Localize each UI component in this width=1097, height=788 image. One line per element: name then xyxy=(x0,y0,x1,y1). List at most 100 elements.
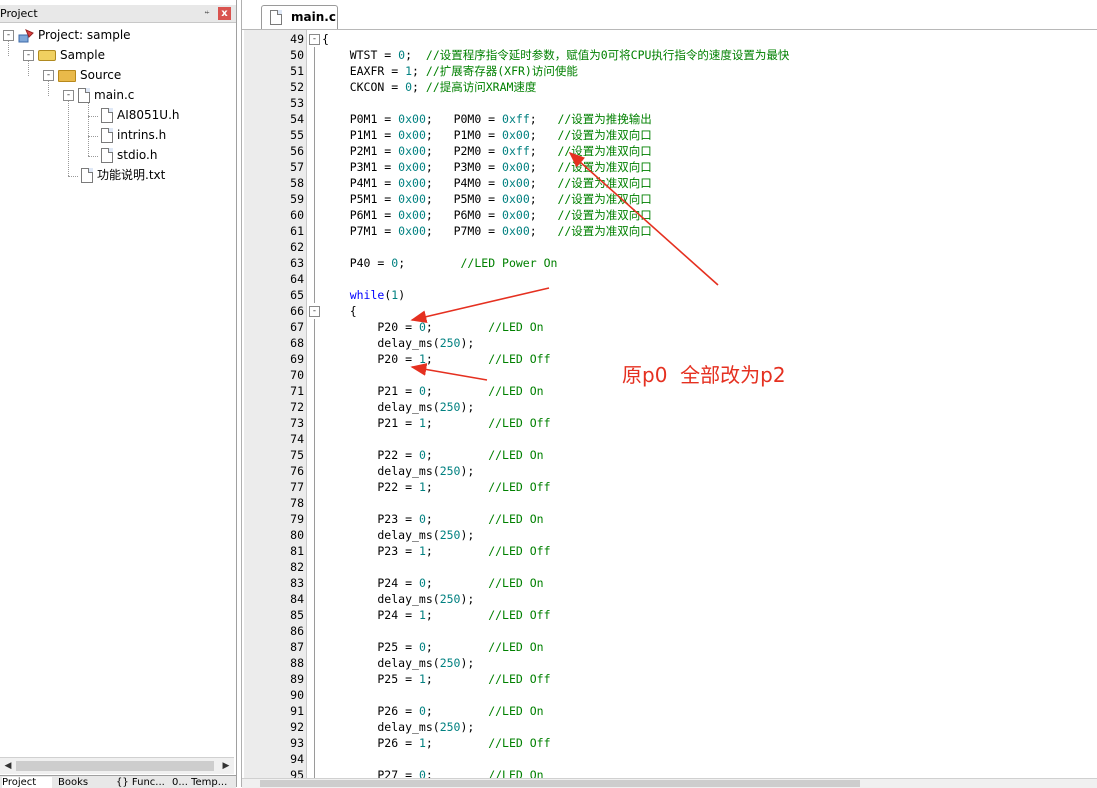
code-number: 0x00 xyxy=(398,192,426,206)
fold-guide xyxy=(314,719,315,735)
code-line[interactable]: 78 xyxy=(242,495,1097,511)
line-number: 51 xyxy=(290,64,304,78)
project-horizontal-scrollbar[interactable]: ◀ ▶ xyxy=(0,757,234,774)
code-line[interactable]: 92 delay_ms(250); xyxy=(242,719,1097,735)
code-line[interactable]: 53 xyxy=(242,95,1097,111)
code-text: P3M1 = 0x00; P3M0 = 0x00; //设置为准双向口 xyxy=(322,159,652,175)
code-line[interactable]: 58 P4M1 = 0x00; P4M0 = 0x00; //设置为准双向口 xyxy=(242,175,1097,191)
code-number: 1 xyxy=(418,416,426,430)
code-number: 0x00 xyxy=(502,192,530,206)
tab-main-c[interactable]: main.c xyxy=(261,5,338,29)
code-number: 0 xyxy=(418,640,426,654)
code-text: P24 = 0; //LED On xyxy=(322,575,543,591)
code-token: ; xyxy=(425,704,489,718)
code-token: { xyxy=(322,304,357,318)
code-token: ; xyxy=(425,640,489,654)
project-panel-title: Project xyxy=(0,7,38,20)
fold-guide xyxy=(314,207,315,223)
code-line[interactable]: 52 CKCON = 0; //提高访问XRAM速度 xyxy=(242,79,1097,95)
code-line[interactable]: 94 xyxy=(242,751,1097,767)
code-line[interactable]: 51 EAXFR = 1; //扩展寄存器(XFR)访问使能 xyxy=(242,63,1097,79)
code-line[interactable]: 50 WTST = 0; //设置程序指令延时参数，赋值为0可将CPU执行指令的… xyxy=(242,47,1097,63)
code-line[interactable]: 85 P24 = 1; //LED Off xyxy=(242,607,1097,623)
collapse-icon[interactable]: - xyxy=(63,90,74,101)
scroll-right-icon[interactable]: ▶ xyxy=(218,758,234,774)
code-line[interactable]: 87 P25 = 0; //LED On xyxy=(242,639,1097,655)
code-line[interactable]: 80 delay_ms(250); xyxy=(242,527,1097,543)
tree-item-sample[interactable]: - Sample xyxy=(23,46,105,64)
code-line[interactable]: 68 delay_ms(250); xyxy=(242,335,1097,351)
code-line[interactable]: 81 P23 = 1; //LED Off xyxy=(242,543,1097,559)
code-line[interactable]: 54 P0M1 = 0x00; P0M0 = 0xff; //设置为推挽输出 xyxy=(242,111,1097,127)
code-token: delay_ms( xyxy=(322,528,440,542)
code-line[interactable]: 73 P21 = 1; //LED Off xyxy=(242,415,1097,431)
tree-item-stdio-h[interactable]: stdio.h xyxy=(101,146,157,164)
code-token: ); xyxy=(460,528,475,542)
code-area[interactable]: 49-{50 WTST = 0; //设置程序指令延时参数，赋值为0可将CPU执… xyxy=(242,31,1097,779)
tab-functions[interactable]: {} Func... xyxy=(116,777,166,788)
scrollbar-thumb[interactable] xyxy=(16,761,214,771)
code-line[interactable]: 65 while(1) xyxy=(242,287,1097,303)
scrollbar-thumb[interactable] xyxy=(260,780,860,787)
code-line[interactable]: 62 xyxy=(242,239,1097,255)
code-number: 0x00 xyxy=(398,160,426,174)
code-line[interactable]: 75 P22 = 0; //LED On xyxy=(242,447,1097,463)
fold-guide xyxy=(314,655,315,671)
tab-project[interactable]: Project xyxy=(2,777,52,788)
code-text: P20 = 0; //LED On xyxy=(322,319,543,335)
code-token: ; xyxy=(425,416,489,430)
tab-templates[interactable]: 0... Temp... xyxy=(172,777,232,788)
tree-item-label: Source xyxy=(80,68,122,82)
code-line[interactable]: 72 delay_ms(250); xyxy=(242,399,1097,415)
code-token: P25 = xyxy=(322,672,419,686)
tree-item-main-c[interactable]: - main.c xyxy=(63,86,134,104)
fold-toggle-icon[interactable]: - xyxy=(309,306,320,317)
code-token: ; xyxy=(425,576,489,590)
code-line[interactable]: 79 P23 = 0; //LED On xyxy=(242,511,1097,527)
code-text: P26 = 0; //LED On xyxy=(322,703,543,719)
code-line[interactable]: 67 P20 = 0; //LED On xyxy=(242,319,1097,335)
code-line[interactable]: 77 P22 = 1; //LED Off xyxy=(242,479,1097,495)
code-number: 0 xyxy=(418,576,426,590)
code-line[interactable]: 56 P2M1 = 0x00; P2M0 = 0xff; //设置为准双向口 xyxy=(242,143,1097,159)
code-line[interactable]: 66- { xyxy=(242,303,1097,319)
code-text: delay_ms(250); xyxy=(322,463,474,479)
fold-guide xyxy=(314,63,315,79)
code-token: ; xyxy=(425,320,489,334)
code-line[interactable]: 89 P25 = 1; //LED Off xyxy=(242,671,1097,687)
code-line[interactable]: 74 xyxy=(242,431,1097,447)
fold-guide xyxy=(314,383,315,399)
code-line[interactable]: 63 P40 = 0; //LED Power On xyxy=(242,255,1097,271)
code-line[interactable]: 93 P26 = 1; //LED Off xyxy=(242,735,1097,751)
fold-toggle-icon[interactable]: - xyxy=(309,34,320,45)
code-line[interactable]: 55 P1M1 = 0x00; P1M0 = 0x00; //设置为准双向口 xyxy=(242,127,1097,143)
tree-item-ai8051u-h[interactable]: AI8051U.h xyxy=(101,106,180,124)
code-line[interactable]: 86 xyxy=(242,623,1097,639)
code-line[interactable]: 88 delay_ms(250); xyxy=(242,655,1097,671)
code-line[interactable]: 90 xyxy=(242,687,1097,703)
tree-item-intrins-h[interactable]: intrins.h xyxy=(101,126,166,144)
code-line[interactable]: 49-{ xyxy=(242,31,1097,47)
code-line[interactable]: 60 P6M1 = 0x00; P6M0 = 0x00; //设置为准双向口 xyxy=(242,207,1097,223)
code-line[interactable]: 61 P7M1 = 0x00; P7M0 = 0x00; //设置为准双向口 xyxy=(242,223,1097,239)
code-line[interactable]: 59 P5M1 = 0x00; P5M0 = 0x00; //设置为准双向口 xyxy=(242,191,1097,207)
code-token: ; xyxy=(425,352,489,366)
collapse-icon[interactable]: - xyxy=(3,30,14,41)
code-line[interactable]: 83 P24 = 0; //LED On xyxy=(242,575,1097,591)
code-line[interactable]: 82 xyxy=(242,559,1097,575)
close-icon[interactable]: x xyxy=(218,7,231,20)
pin-icon[interactable]: ⍅ xyxy=(201,7,213,19)
line-number: 88 xyxy=(290,656,304,670)
tab-books[interactable]: Books xyxy=(58,777,110,788)
scroll-left-icon[interactable]: ◀ xyxy=(0,758,16,774)
tree-item-readme-txt[interactable]: 功能说明.txt xyxy=(81,166,165,184)
tree-item-source[interactable]: - Source xyxy=(43,66,121,84)
code-line[interactable]: 76 delay_ms(250); xyxy=(242,463,1097,479)
code-line[interactable]: 91 P26 = 0; //LED On xyxy=(242,703,1097,719)
code-line[interactable]: 64 xyxy=(242,271,1097,287)
tree-item-project[interactable]: - Project: sample xyxy=(3,26,131,44)
code-line[interactable]: 57 P3M1 = 0x00; P3M0 = 0x00; //设置为准双向口 xyxy=(242,159,1097,175)
collapse-icon[interactable]: - xyxy=(43,70,54,81)
collapse-icon[interactable]: - xyxy=(23,50,34,61)
code-line[interactable]: 84 delay_ms(250); xyxy=(242,591,1097,607)
